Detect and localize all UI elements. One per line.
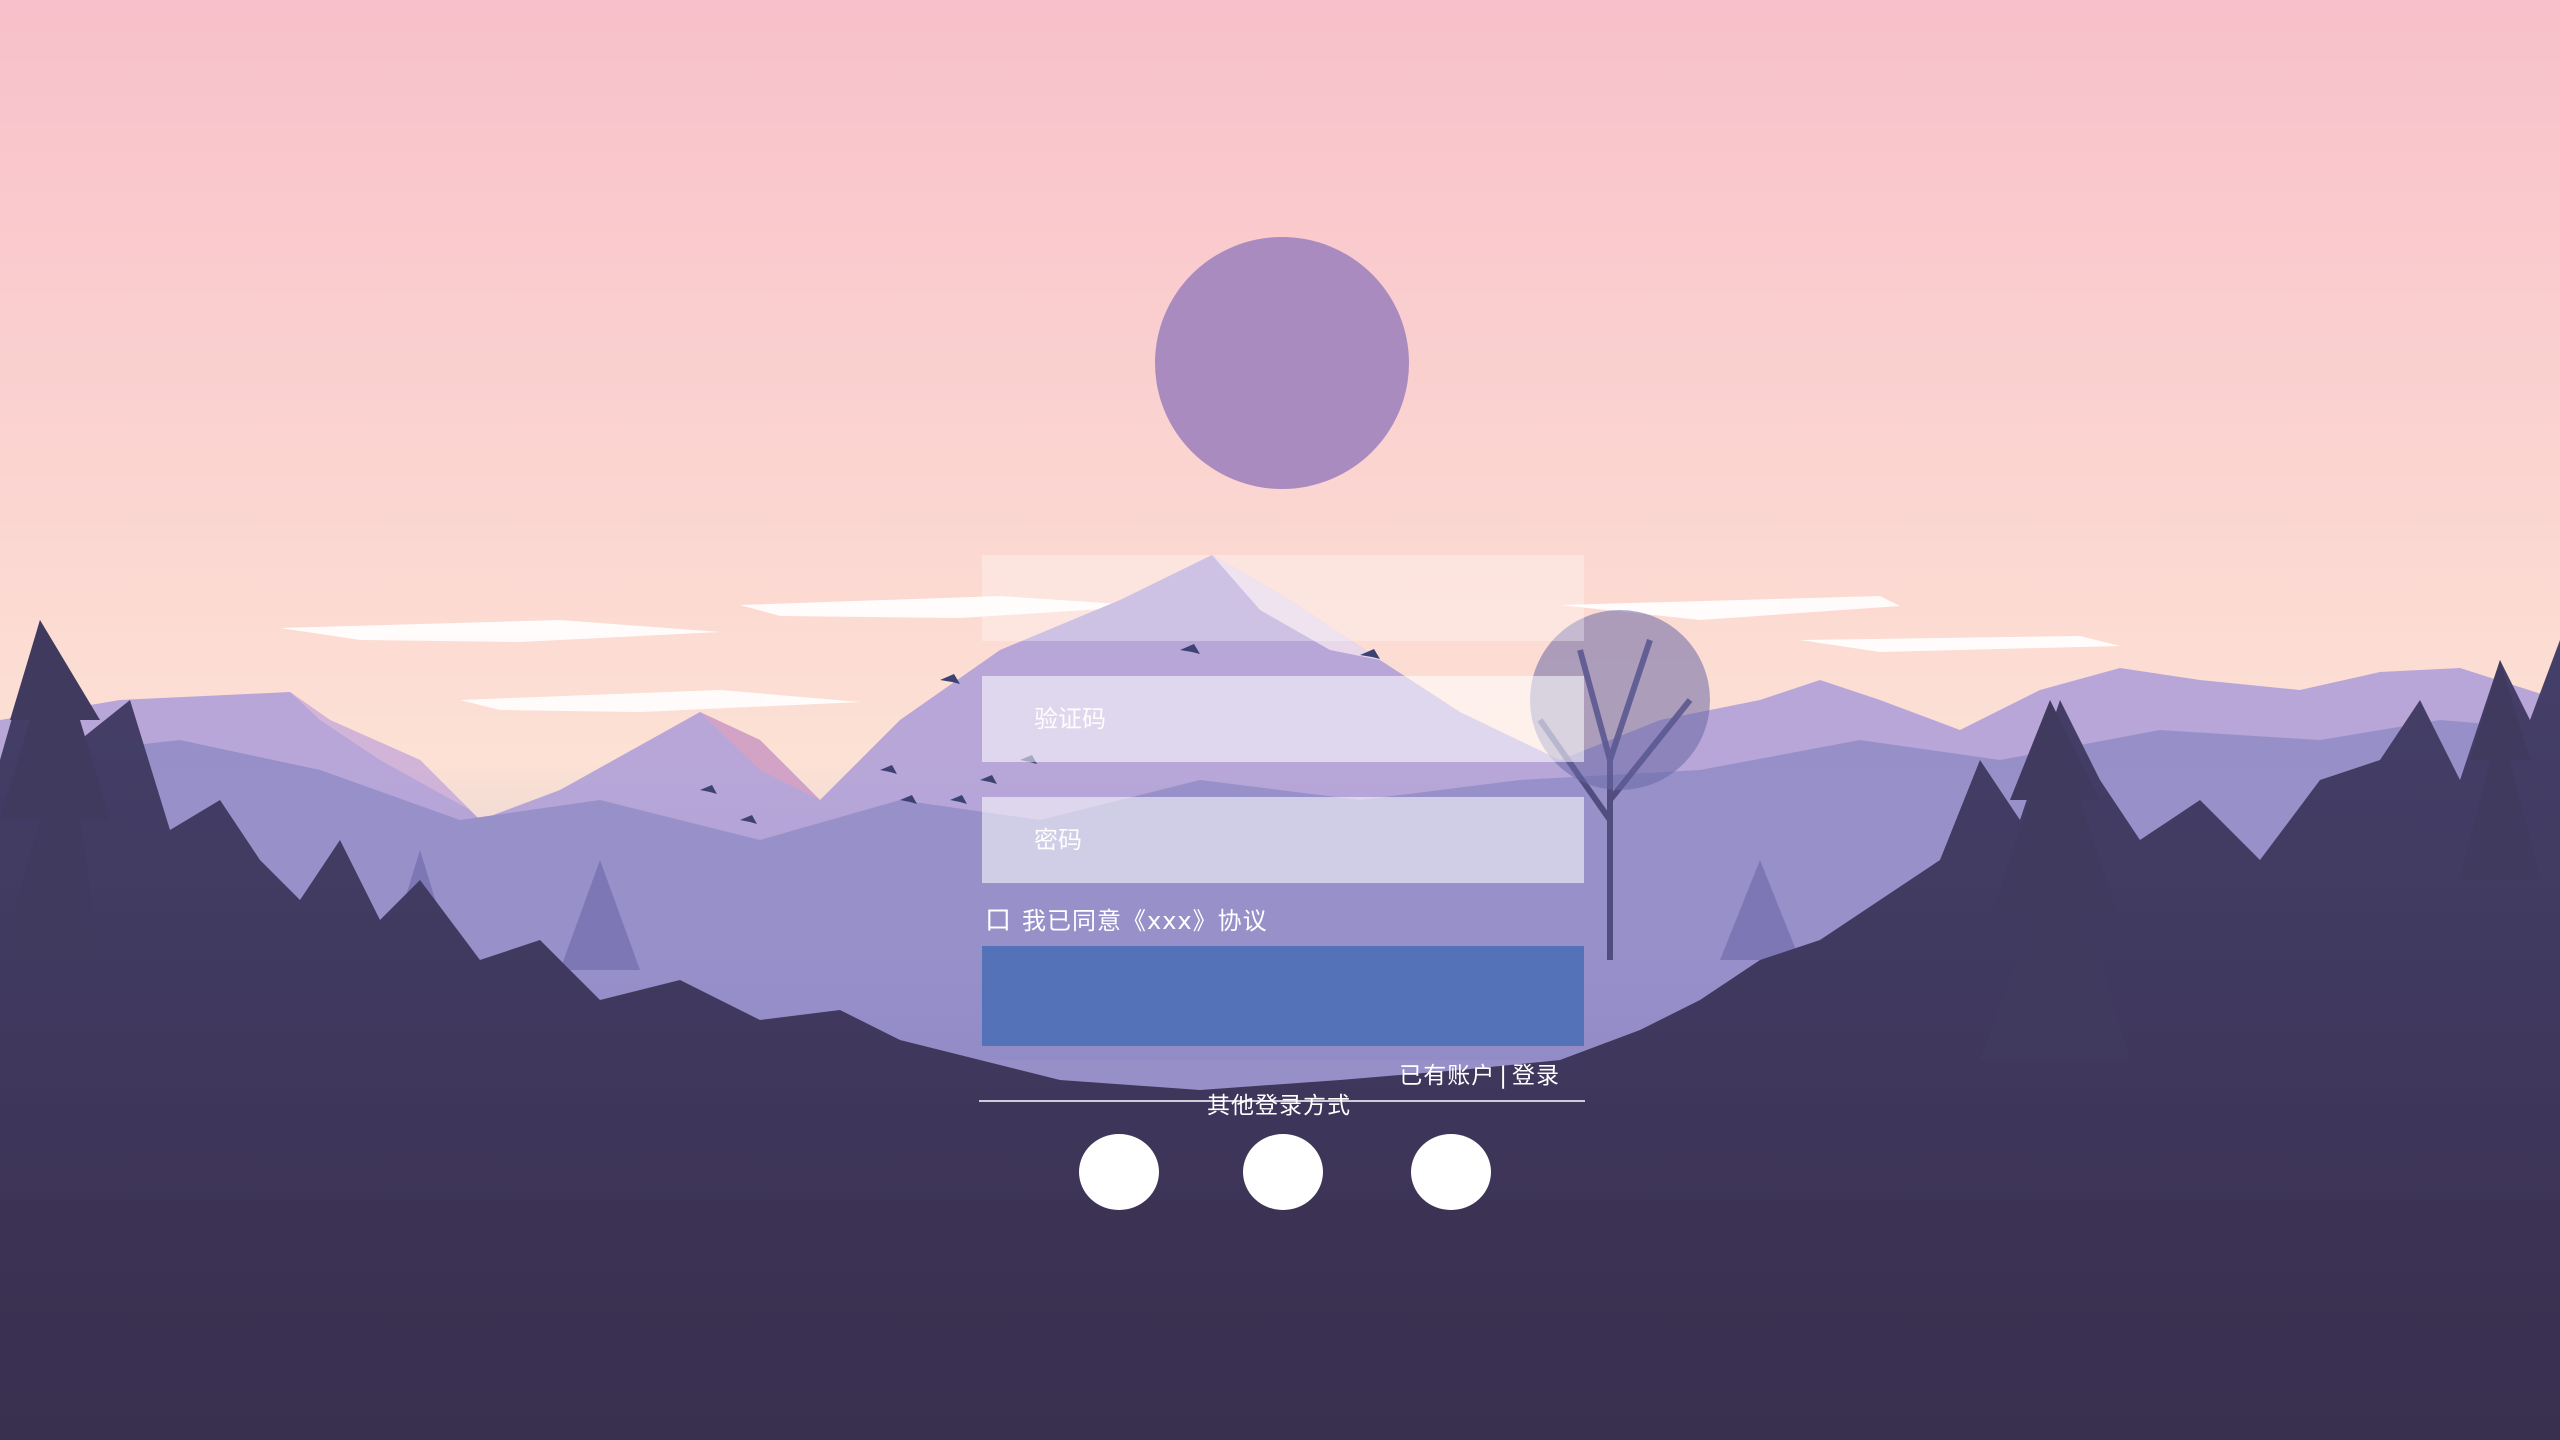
existing-account-row: 已有账户 | 登录 <box>1399 1056 1560 1090</box>
submit-button[interactable] <box>982 946 1584 1046</box>
account-field[interactable] <box>982 555 1584 641</box>
agreement-text: 我已同意《xxx》协议 <box>1022 907 1268 935</box>
other-login-label-row: 其他登录方式 <box>0 1086 2560 1120</box>
social-login-button-3[interactable] <box>1411 1134 1491 1210</box>
social-login-button-2[interactable] <box>1243 1134 1323 1210</box>
password-input[interactable] <box>982 797 1584 883</box>
other-login-label: 其他登录方式 <box>1207 1093 1351 1119</box>
agreement-checkbox[interactable]: 口 <box>985 900 1012 937</box>
agreement-row[interactable]: 口 我已同意《xxx》协议 <box>985 900 1268 937</box>
password-field[interactable] <box>982 797 1584 883</box>
avatar <box>1155 237 1409 489</box>
verification-code-input[interactable] <box>982 676 1584 762</box>
verification-code-field[interactable] <box>982 676 1584 762</box>
social-login-button-1[interactable] <box>1079 1134 1159 1210</box>
account-input[interactable] <box>982 555 1584 641</box>
